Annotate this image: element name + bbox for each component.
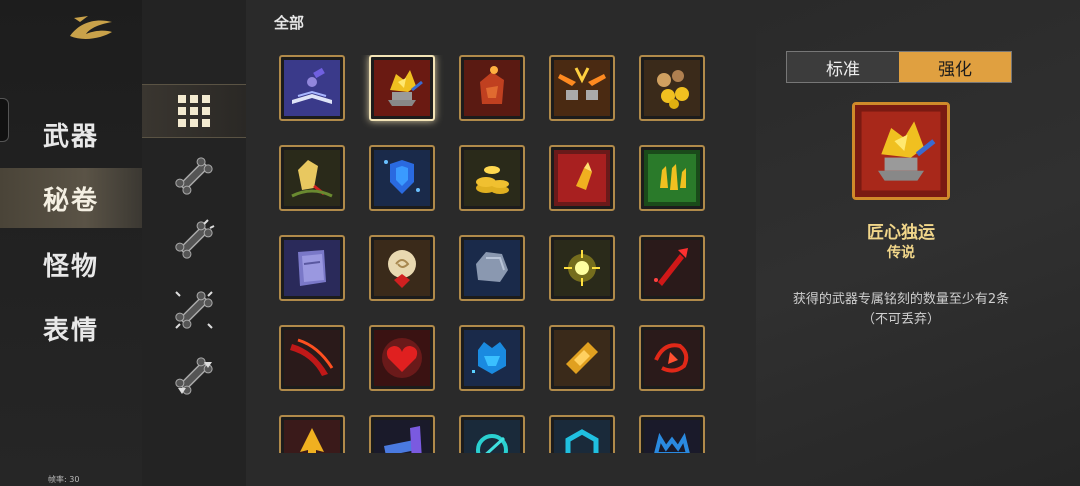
tab-standard-label: 标准 (826, 59, 860, 80)
scroll-description: 获得的武器专属铭刻的数量至少有2条（不可丢弃） (792, 292, 1010, 327)
scroll-tile[interactable] (279, 145, 345, 211)
scroll-tile[interactable] (459, 415, 525, 453)
blue-shield-icon (374, 150, 430, 206)
red-slash-icon (284, 330, 340, 386)
scroll-tile[interactable] (639, 55, 705, 121)
golden-bullet-icon (554, 150, 610, 206)
purple-tome-icon (284, 240, 340, 296)
mode-tabs: 标准 强化 (786, 51, 1012, 83)
filter-column (142, 0, 246, 486)
nav-emotes[interactable]: 表情 (0, 298, 142, 358)
bone-tier2-icon (175, 219, 215, 259)
scroll-tile[interactable] (279, 55, 345, 121)
scroll-tile[interactable] (279, 325, 345, 391)
fps-counter: 帧率: 30 (48, 475, 80, 484)
nav-monsters-label: 怪物 (42, 251, 99, 282)
scroll-tile[interactable] (639, 325, 705, 391)
cyan-rune-icon (464, 420, 520, 453)
scroll-tile[interactable] (279, 235, 345, 301)
tab-enhanced[interactable]: 强化 (899, 52, 1011, 82)
nav-scrolls-label: 秘卷 (42, 185, 99, 216)
red-swirl-icon (644, 330, 700, 386)
detail-panel: 标准 强化 匠心独运 传说 获得的武器专属铭刻的数量至少有2条（不可丢弃） (756, 0, 1080, 486)
scroll-tile[interactable] (279, 415, 345, 453)
main-nav: 武器 秘卷 怪物 表情 帧率: 30 (0, 0, 142, 486)
detail-icon-frame (852, 102, 950, 200)
scroll-tile[interactable] (549, 55, 615, 121)
red-heart-icon (374, 330, 430, 386)
blue-crown-shield-icon (464, 330, 520, 386)
nav-scrolls[interactable]: 秘卷 (0, 168, 142, 228)
bone-down-icon (175, 357, 213, 395)
gold-bandage-icon (554, 330, 610, 386)
scroll-tile[interactable] (459, 145, 525, 211)
filter-down[interactable] (142, 350, 246, 402)
scroll-tile[interactable] (639, 235, 705, 301)
artisan-anvil-icon (855, 105, 947, 197)
scroll-name: 匠心独运 (867, 223, 935, 243)
scroll-tile[interactable] (459, 325, 525, 391)
scroll-tile[interactable] (369, 55, 435, 121)
tab-standard[interactable]: 标准 (787, 52, 899, 82)
grid-all-icon (178, 95, 210, 127)
scroll-tile[interactable] (369, 415, 435, 453)
scroll-tile[interactable] (639, 415, 705, 453)
bone-tier1-icon (175, 157, 213, 195)
filter-tier3[interactable] (142, 284, 246, 336)
scroll-tile[interactable] (369, 145, 435, 211)
glowing-orb-icon (554, 240, 610, 296)
cyan-hex-icon (554, 420, 610, 453)
crystal-icon (374, 420, 430, 453)
fire-fist-icon (464, 60, 520, 116)
gold-coins-icon (644, 60, 700, 116)
golden-glove-icon (284, 150, 340, 206)
scroll-rarity: 传说 (887, 245, 915, 261)
scroll-tile[interactable] (549, 325, 615, 391)
blue-horns-icon (644, 420, 700, 453)
scroll-tile[interactable] (459, 235, 525, 301)
gold-arrow-icon (284, 420, 340, 453)
section-title: 全部 (274, 14, 305, 32)
scroll-tile[interactable] (369, 325, 435, 391)
magic-book-icon (284, 60, 340, 116)
coin-stack-icon (464, 150, 520, 206)
filter-all[interactable] (142, 84, 246, 138)
scroll-tile[interactable] (549, 145, 615, 211)
scroll-grid[interactable] (279, 55, 729, 453)
forge-hammers-icon (554, 60, 610, 116)
game-logo-icon (70, 16, 112, 39)
scroll-tile[interactable] (639, 145, 705, 211)
triple-bullets-icon (644, 150, 700, 206)
artisan-anvil-icon (374, 60, 430, 116)
bone-tier3-icon (175, 291, 213, 329)
scroll-tile[interactable] (549, 235, 615, 301)
nav-emotes-label: 表情 (42, 315, 99, 346)
nav-weapons[interactable]: 武器 (0, 104, 142, 164)
scroll-tile[interactable] (459, 55, 525, 121)
tab-enhanced-label: 强化 (938, 59, 972, 80)
nav-weapons-label: 武器 (42, 121, 99, 152)
scroll-tile[interactable] (549, 415, 615, 453)
grey-stone-icon (464, 240, 520, 296)
red-blade-icon (644, 240, 700, 296)
scroll-spiral-icon (374, 240, 430, 296)
filter-tier1[interactable] (142, 150, 246, 202)
nav-monsters[interactable]: 怪物 (0, 234, 142, 294)
filter-tier2[interactable] (142, 214, 246, 266)
scroll-tile[interactable] (369, 235, 435, 301)
scroll-grid-area: 全部 (246, 0, 756, 486)
